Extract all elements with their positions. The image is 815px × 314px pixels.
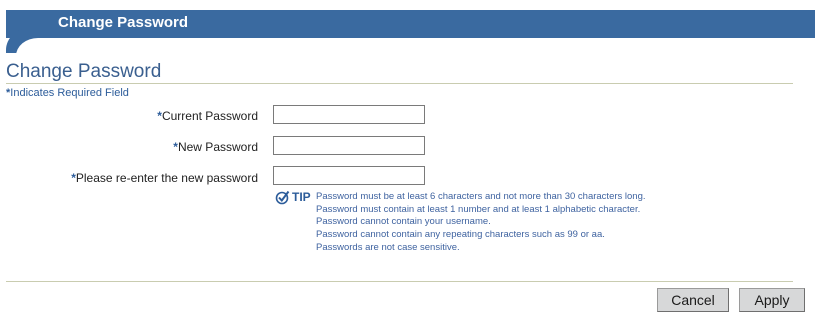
confirm-password-input[interactable]: [273, 166, 425, 185]
confirm-password-label-text: Please re-enter the new password: [75, 171, 258, 185]
checkmark-icon: [275, 190, 290, 205]
title-divider: [6, 83, 793, 84]
new-password-label-text: New Password: [177, 140, 258, 154]
tip-line: Password must contain at least 1 number …: [316, 203, 641, 215]
page-title: Change Password: [6, 61, 162, 82]
current-password-label-text: Current Password: [161, 109, 258, 123]
cancel-button[interactable]: Cancel: [657, 288, 729, 312]
header-title: Change Password: [58, 14, 189, 31]
tip-line: Password cannot contain any repeating ch…: [316, 229, 605, 241]
apply-button[interactable]: Apply: [739, 288, 805, 312]
tip-line: Password cannot contain your username.: [316, 216, 491, 228]
confirm-password-label: *Please re-enter the new password: [71, 170, 258, 186]
current-password-input[interactable]: [273, 105, 425, 124]
new-password-input[interactable]: [273, 136, 425, 155]
required-field-note: *Indicates Required Field: [6, 86, 129, 100]
tip-label: TIP: [292, 190, 311, 204]
footer-divider: [6, 281, 793, 282]
tip-line: Password must be at least 6 characters a…: [316, 191, 646, 202]
password-rules-tip: Password must be at least 6 characters a…: [316, 191, 646, 255]
tip-line: Passwords are not case sensitive.: [316, 241, 460, 253]
new-password-label: *New Password: [173, 139, 258, 155]
required-note-text: Indicates Required Field: [10, 87, 129, 99]
current-password-label: *Current Password: [157, 108, 258, 124]
